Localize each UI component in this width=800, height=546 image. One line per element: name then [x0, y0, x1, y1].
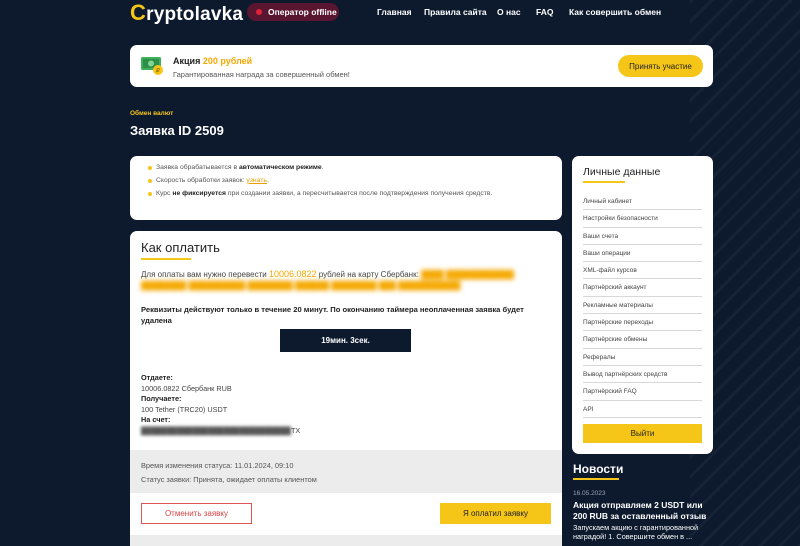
info-bold: автоматическом режиме [238, 164, 322, 171]
nav-rules[interactable]: Правила сайта [424, 7, 487, 17]
title-underline [141, 258, 191, 260]
give-label: Отдаете: [141, 373, 173, 382]
operator-status-badge: Оператор offline [247, 3, 339, 21]
sidebar-item-ad-materials[interactable]: Рекламные материалы [583, 297, 702, 315]
i-paid-button[interactable]: Я оплатил заявку [440, 503, 551, 524]
payment-title: Как оплатить [141, 240, 220, 255]
account-suffix: TX [290, 425, 301, 435]
give-value: 10006.0822 Сбербанк RUB [141, 383, 232, 393]
payment-warning: Реквизиты действуют только в течение 20 … [141, 305, 524, 325]
promo-subtitle: Гарантированная награда за совершенный о… [173, 70, 350, 79]
operator-status-text: Оператор offline [268, 7, 337, 17]
info-bold: не фиксируется [172, 189, 226, 197]
get-value: 100 Tether (TRC20) USDT [141, 404, 228, 414]
breadcrumb[interactable]: Обмен валют [130, 110, 173, 117]
nav-about[interactable]: О нас [497, 7, 521, 17]
info-text: Курс [156, 189, 173, 197]
status-panel: Время изменения статуса: 11.01.2024, 09:… [130, 450, 562, 493]
sidebar-title-underline [583, 181, 625, 183]
logo-text: ryptolavka [146, 4, 244, 25]
money-icon: ₽ [141, 57, 163, 75]
instructions-text: Для оплаты вам нужно перевести [141, 270, 269, 279]
page-title: Заявка ID 2509 [130, 123, 224, 138]
site-header: Cryptolavka Оператор offline Главная Пра… [0, 0, 800, 26]
redacted-wallet: █████████████████████████████ [141, 425, 291, 435]
status-time: Время изменения статуса: 11.01.2024, 09:… [141, 461, 294, 470]
info-item-rate: Курс не фиксируется при создании заявки,… [148, 190, 550, 199]
info-item-speed: Скорость обработки заявок: узнать. [148, 177, 550, 186]
personal-sidebar: Личные данные Личный кабинет Настройки б… [572, 156, 713, 454]
news-headline[interactable]: Акция отправляем 2 USDT или 200 RUB за о… [573, 500, 718, 522]
promo-title-prefix: Акция [173, 56, 203, 66]
sidebar-item-partner-account[interactable]: Партнёрский аккаунт [583, 279, 702, 297]
payment-amount: 10006.0822 [268, 269, 317, 279]
nav-home[interactable]: Главная [377, 7, 412, 17]
status-text: Статус заявки: Принята, ожидает оплаты к… [141, 475, 317, 485]
info-item-mode: Заявка обрабатывается в автоматическом р… [148, 164, 550, 173]
news-title-underline [573, 478, 619, 480]
logo[interactable]: Cryptolavka [130, 0, 243, 26]
logo-prefix: C [130, 0, 147, 25]
join-promo-button[interactable]: Принять участие [618, 55, 703, 77]
svg-text:₽: ₽ [156, 66, 160, 74]
learn-speed-link[interactable]: узнать [246, 177, 267, 184]
sidebar-item-partner-visits[interactable]: Партнёрские переходы [583, 314, 702, 332]
payment-instructions: Для оплаты вам нужно перевести 10006.082… [141, 269, 551, 291]
info-text: . [321, 164, 324, 171]
account-label: На счет: [141, 415, 171, 425]
next-section [130, 535, 562, 546]
news-title: Новости [573, 462, 624, 476]
info-text: Заявка обрабатывается в [156, 164, 239, 171]
sidebar-item-account[interactable]: Личный кабинет [583, 193, 702, 211]
sidebar-item-referrals[interactable]: Рефералы [583, 349, 702, 366]
promo-amount: 200 рублей [202, 56, 253, 66]
cancel-order-button[interactable]: Отменить заявку [141, 503, 252, 524]
sidebar-item-security[interactable]: Настройки безопасности [583, 210, 702, 228]
nav-how-to-exchange[interactable]: Как совершить обмен [569, 7, 661, 17]
payment-card: Как оплатить Для оплаты вам нужно переве… [130, 231, 562, 546]
countdown-timer: 19мин. 3сек. [280, 329, 411, 352]
order-details: Отдаете: 10006.0822 Сбербанк RUB Получае… [141, 373, 300, 436]
account-value: █████████████████████████████TX [141, 426, 300, 437]
nav-faq[interactable]: FAQ [536, 7, 553, 17]
promo-banner: ₽ Акция 200 рублей Гарантированная награ… [130, 45, 713, 87]
sidebar-item-operations[interactable]: Ваши операции [583, 245, 702, 263]
sidebar-title: Личные данные [583, 166, 661, 178]
logout-button[interactable]: Выйти [583, 423, 702, 443]
news-body: Запускаем акцию с гарантированной наград… [573, 523, 699, 542]
sidebar-item-partner-faq[interactable]: Партнёрский FAQ [583, 383, 702, 401]
status-dot-icon [256, 9, 262, 15]
get-label: Получаете: [141, 394, 182, 404]
sidebar-item-api[interactable]: API [583, 401, 702, 418]
info-text: . [266, 176, 269, 184]
sidebar-item-accounts[interactable]: Ваши счета [583, 228, 702, 245]
info-text: при создании заявки, а пересчитывается п… [225, 189, 493, 197]
sidebar-item-xml[interactable]: XML-файл курсов [583, 262, 702, 280]
sidebar-item-partner-exchanges[interactable]: Партнёрские обмены [583, 331, 702, 349]
info-text: Скорость обработки заявок: [156, 176, 247, 184]
news-date: 16.05.2023 [573, 490, 606, 497]
sidebar-item-withdraw[interactable]: Вывод партнёрских средств [583, 366, 702, 384]
promo-title: Акция 200 рублей [173, 56, 252, 66]
instructions-text: рублей на карту Сбербанк: [316, 270, 419, 279]
info-box: Заявка обрабатывается в автоматическом р… [130, 156, 562, 220]
